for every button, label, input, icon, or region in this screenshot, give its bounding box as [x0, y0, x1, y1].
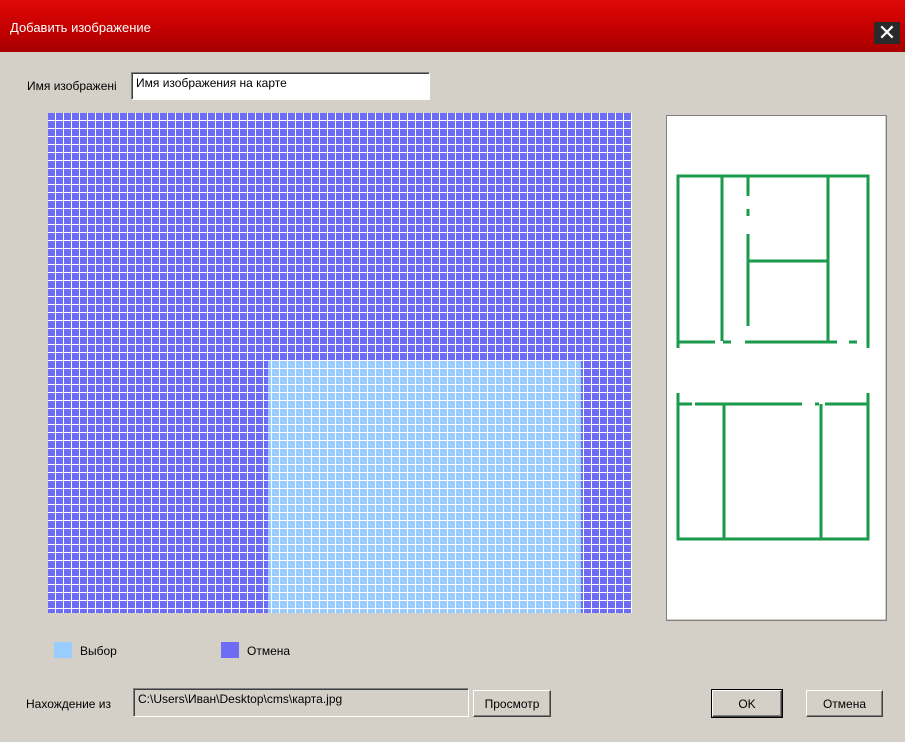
add-image-dialog: Добавить изображение ✕ Имя изображені Им… — [0, 0, 905, 742]
cancel-legend-label: Отмена — [247, 644, 291, 658]
image-name-label: Имя изображені — [27, 79, 117, 93]
select-legend-swatch — [54, 642, 72, 658]
floor-plan-image — [675, 174, 871, 541]
image-name-input[interactable]: Имя изображения на карте — [131, 72, 430, 100]
location-path-field[interactable]: C:\Users\Иван\Desktop\cms\карта.jpg — [133, 688, 469, 717]
location-label: Нахождение из — [26, 697, 111, 711]
browse-button[interactable]: Просмотр — [473, 690, 551, 717]
cancel-legend-swatch — [221, 642, 239, 658]
select-legend-label: Выбор — [80, 644, 117, 658]
dialog-title: Добавить изображение — [10, 20, 151, 35]
grid-lines — [48, 113, 632, 613]
area-selection-grid[interactable] — [48, 113, 632, 613]
map-preview — [666, 115, 887, 621]
close-icon[interactable]: ✕ — [874, 22, 900, 44]
cancel-button[interactable]: Отмена — [806, 690, 883, 717]
title-bar: Добавить изображение ✕ — [0, 0, 905, 52]
ok-button[interactable]: OK — [711, 689, 783, 718]
